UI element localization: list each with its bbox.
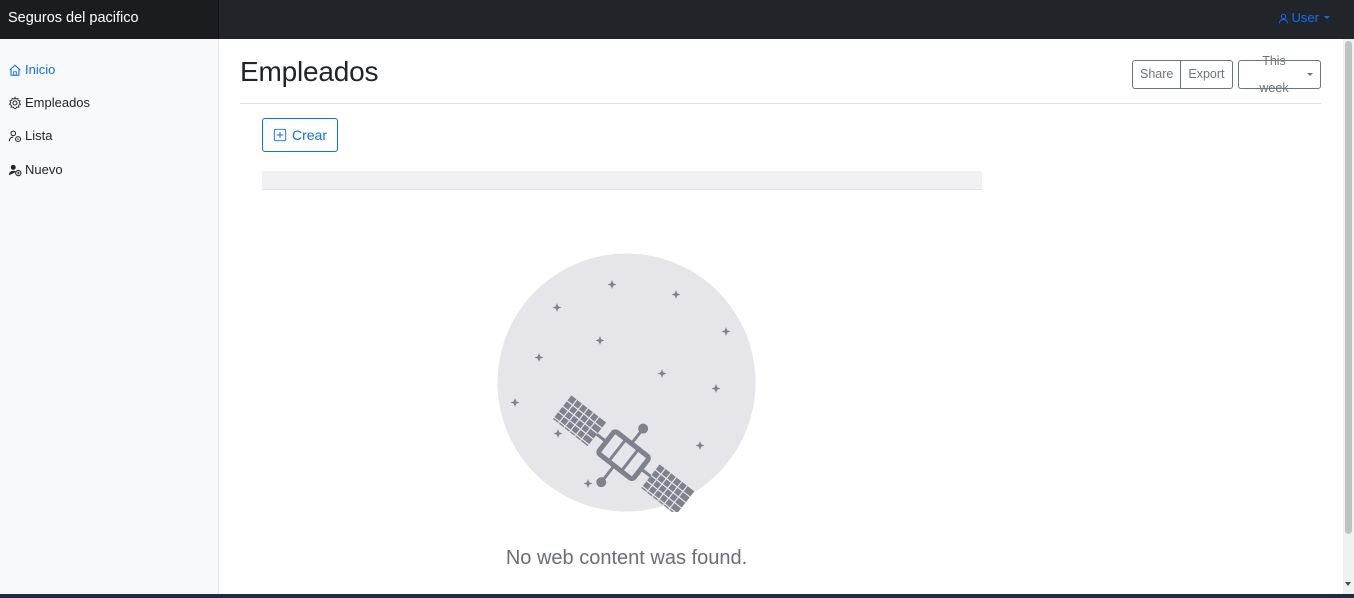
- top-navbar: Seguros del pacifico User: [0, 0, 1354, 39]
- sidebar-item-label: Empleados: [25, 95, 91, 110]
- toolbar-button-group: Share Export: [1132, 60, 1233, 89]
- user-list-icon: [8, 130, 22, 143]
- user-icon: [1278, 13, 1288, 24]
- sidebar-item-label: Nuevo: [25, 162, 63, 177]
- scroll-down-icon[interactable]: [1345, 582, 1351, 586]
- scrollbar-thumb[interactable]: [1345, 41, 1352, 534]
- empty-state-message: No web content was found.: [505, 547, 748, 569]
- create-button[interactable]: Crear: [262, 118, 338, 152]
- period-dropdown-button[interactable]: This week: [1238, 54, 1321, 95]
- sidebar-item-empleados[interactable]: Empleados: [8, 93, 90, 113]
- export-button[interactable]: Export: [1181, 60, 1233, 89]
- sidebar-item-label: Lista: [25, 128, 53, 143]
- gear-icon: [8, 96, 22, 110]
- sidebar-item-inicio[interactable]: Inicio: [8, 60, 55, 80]
- sidebar-item-nuevo[interactable]: Nuevo: [8, 160, 63, 180]
- user-menu[interactable]: User: [1278, 0, 1330, 39]
- satellite-icon: [497, 253, 756, 512]
- page-title: Empleados: [240, 56, 379, 87]
- home-icon: [9, 64, 21, 76]
- table-header: [262, 171, 982, 190]
- header-divider: [240, 103, 1321, 104]
- create-button-label: Crear: [291, 127, 327, 143]
- brand-title[interactable]: Seguros del pacifico: [0, 0, 219, 39]
- sidebar: [0, 39, 219, 594]
- sidebar-item-lista[interactable]: Lista: [8, 126, 52, 146]
- plus-square-icon: [273, 128, 287, 142]
- chevron-down-icon: [1307, 73, 1313, 76]
- window-bottom-edge: [0, 594, 1354, 598]
- user-menu-label: User: [1291, 10, 1319, 25]
- chevron-down-icon: [1324, 16, 1330, 19]
- period-label: This week: [1259, 53, 1289, 95]
- user-add-icon: [8, 164, 22, 177]
- sidebar-item-label: Inicio: [25, 62, 56, 77]
- share-button[interactable]: Share: [1132, 60, 1182, 89]
